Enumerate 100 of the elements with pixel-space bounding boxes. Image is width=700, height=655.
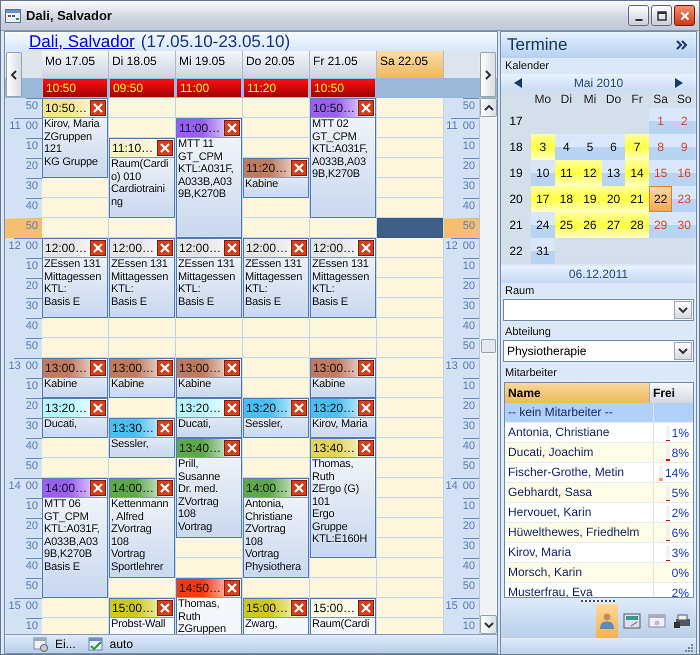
appointment-card[interactable]: 13:40… Prill, Susanne Dr. med. ZVortrag 108 Vortrag [176, 438, 242, 538]
calendar-day[interactable]: 12 [578, 160, 602, 186]
delete-button[interactable] [157, 140, 173, 156]
delete-button[interactable] [157, 480, 173, 496]
delete-button[interactable] [157, 240, 173, 256]
scrollbar-thumb[interactable] [481, 339, 496, 353]
today-button[interactable]: 06.12.2011 [501, 266, 696, 283]
delete-button[interactable] [90, 240, 106, 256]
delete-button[interactable] [224, 400, 240, 416]
appointment-card[interactable]: 14:00… MTT 06 GT_CPM KTL:A031F, A033B,A03 9B,K270B Basis E [42, 478, 108, 598]
appointment-card[interactable]: 13:00… Kabine [109, 358, 175, 398]
appointment-card[interactable]: 13:20… Ducati, [42, 398, 108, 438]
staff-row[interactable]: Morsch, Karin 0% [505, 563, 693, 583]
delete-button[interactable] [224, 360, 240, 376]
delete-button[interactable] [358, 400, 374, 416]
appointment-card[interactable]: 12:00… ZEssen 131 Mittagessen KTL: Basis E [243, 238, 309, 318]
calendar-day[interactable]: 10 [531, 160, 555, 186]
appointment-card[interactable]: 12:00… ZEssen 131 Mittagessen KTL: Basis E [310, 238, 376, 318]
staff-row[interactable]: Ducati, Joachim 8% [505, 443, 693, 463]
calendar-day[interactable]: 24 [531, 212, 555, 238]
splitter-grip-icon[interactable] [580, 600, 616, 602]
appointment-card[interactable]: 13:20… Ducati, [176, 398, 242, 438]
delete-button[interactable] [224, 580, 240, 596]
staff-row[interactable]: Hüwelthewes, Friedhelm 6% [505, 523, 693, 543]
patient-link[interactable]: Dali, Salvador [29, 32, 135, 52]
delete-button[interactable] [358, 360, 374, 376]
appointment-card[interactable]: 15:00… Zwarg, [243, 598, 309, 634]
delete-button[interactable] [90, 400, 106, 416]
room-dropdown[interactable] [503, 299, 694, 321]
appointment-card[interactable]: 11:10… Raum(Cardi o) 010 Cardiotraini ng [109, 138, 175, 218]
vertical-scrollbar[interactable] [479, 98, 497, 634]
staff-view-button[interactable] [596, 604, 618, 638]
appointment-card[interactable]: 13:00… Kabine [176, 358, 242, 398]
calendar-day[interactable]: 13 [602, 160, 626, 186]
appointment-card[interactable]: 13:40… Thomas, Ruth ZErgo (G) 101 Ergo Gruppe KTL:E160H [310, 438, 376, 558]
delete-button[interactable] [291, 240, 307, 256]
appointment-card[interactable]: 13:00… Kabine [310, 358, 376, 398]
delete-button[interactable] [291, 400, 307, 416]
appointment-card[interactable]: 12:00… ZEssen 131 Mittagessen KTL: Basis E [109, 238, 175, 318]
day-header[interactable]: Mi 19.05 [176, 51, 243, 78]
appointment-card[interactable]: 10:50… Kirov, Maria ZGruppen 121 KG Gruppe [42, 98, 108, 178]
calendar-day[interactable]: 25 [554, 212, 578, 238]
appointment-card[interactable]: 15:00… Probst-Wall [109, 598, 175, 634]
delete-button[interactable] [90, 360, 106, 376]
appointment-card[interactable]: 14:50… Thomas, Ruth ZGruppen [176, 578, 242, 634]
day-header[interactable]: Sa 22.05 [377, 51, 444, 78]
delete-button[interactable] [291, 160, 307, 176]
calendar-day[interactable]: 18 [554, 186, 578, 212]
collapse-icon[interactable] [676, 40, 688, 50]
calendar-day[interactable]: 20 [602, 186, 626, 212]
appointment-card[interactable]: 12:00… ZEssen 131 Mittagessen KTL: Basis E [176, 238, 242, 318]
calendar-day[interactable]: 4 [554, 134, 578, 160]
column-header[interactable]: Frei [649, 383, 693, 403]
calendar-day[interactable]: 5 [578, 134, 602, 160]
appointment-card[interactable]: 13:00… Kabine [42, 358, 108, 398]
delete-button[interactable] [291, 600, 307, 616]
close-button[interactable] [674, 5, 695, 26]
column-header[interactable]: Name [505, 383, 649, 403]
calendar-day[interactable]: 22 [648, 186, 672, 212]
appointment-card[interactable]: 14:00… Kettenmann , Alfred ZVortrag 108 Vortrag Sportlehrer [109, 478, 175, 578]
delete-button[interactable] [358, 100, 374, 116]
calendar-day[interactable]: 19 [578, 186, 602, 212]
calendar-day[interactable]: 27 [602, 212, 626, 238]
calendar-day[interactable]: 17 [531, 186, 555, 212]
delete-button[interactable] [224, 440, 240, 456]
staff-row[interactable]: -- kein Mitarbeiter -- [505, 403, 693, 423]
delete-button[interactable] [224, 240, 240, 256]
day-header[interactable]: Fr 21.05 [310, 51, 377, 78]
delete-button[interactable] [157, 600, 173, 616]
calendar-day[interactable]: 11 [554, 160, 578, 186]
calendar-day[interactable]: 14 [625, 160, 649, 186]
appointment-card[interactable]: 11:00… MTT 11 GT_CPM KTL:A031F, A033B,A03 9B,K270B [176, 118, 242, 238]
calendar-day[interactable]: 21 [625, 186, 649, 212]
day-header[interactable]: Di 18.05 [109, 51, 176, 78]
day-header[interactable]: Do 20.05 [243, 51, 310, 78]
calendar-day[interactable]: 7 [625, 134, 649, 160]
appointment-card[interactable]: 10:50… MTT 02 GT_CPM KTL:A031F, A033B,A03 9B,K270B [310, 98, 376, 218]
department-dropdown[interactable]: Physiotherapie [503, 340, 694, 362]
delete-button[interactable] [90, 100, 106, 116]
appointment-card[interactable]: 13:20… Sessler, [243, 398, 309, 438]
appointment-card[interactable]: 11:20… Kabine [243, 158, 309, 198]
calendar-day[interactable]: 6 [602, 134, 626, 160]
delete-button[interactable] [358, 440, 374, 456]
minimize-button[interactable] [628, 5, 649, 26]
delete-button[interactable] [358, 240, 374, 256]
calendar-day[interactable]: 26 [578, 212, 602, 238]
resize-grip-icon[interactable] [684, 642, 694, 652]
day-header[interactable]: Mo 17.05 [42, 51, 109, 78]
delete-button[interactable] [157, 360, 173, 376]
delete-button[interactable] [291, 480, 307, 496]
calendar-day[interactable]: 28 [625, 212, 649, 238]
delete-button[interactable] [224, 120, 240, 136]
delete-button[interactable] [358, 600, 374, 616]
calendar-day[interactable]: 31 [531, 238, 555, 264]
previous-week-button[interactable] [6, 52, 22, 97]
appointment-card[interactable]: 14:00… Antonia, Christiane ZVortrag 108 Vortrag Physiothera [243, 478, 309, 578]
next-week-button[interactable] [480, 52, 496, 97]
appointment-card[interactable]: 12:00… ZEssen 131 Mittagessen KTL: Basis E [42, 238, 108, 318]
staff-row[interactable]: Gebhardt, Sasa 5% [505, 483, 693, 503]
next-month-icon[interactable] [674, 78, 684, 88]
